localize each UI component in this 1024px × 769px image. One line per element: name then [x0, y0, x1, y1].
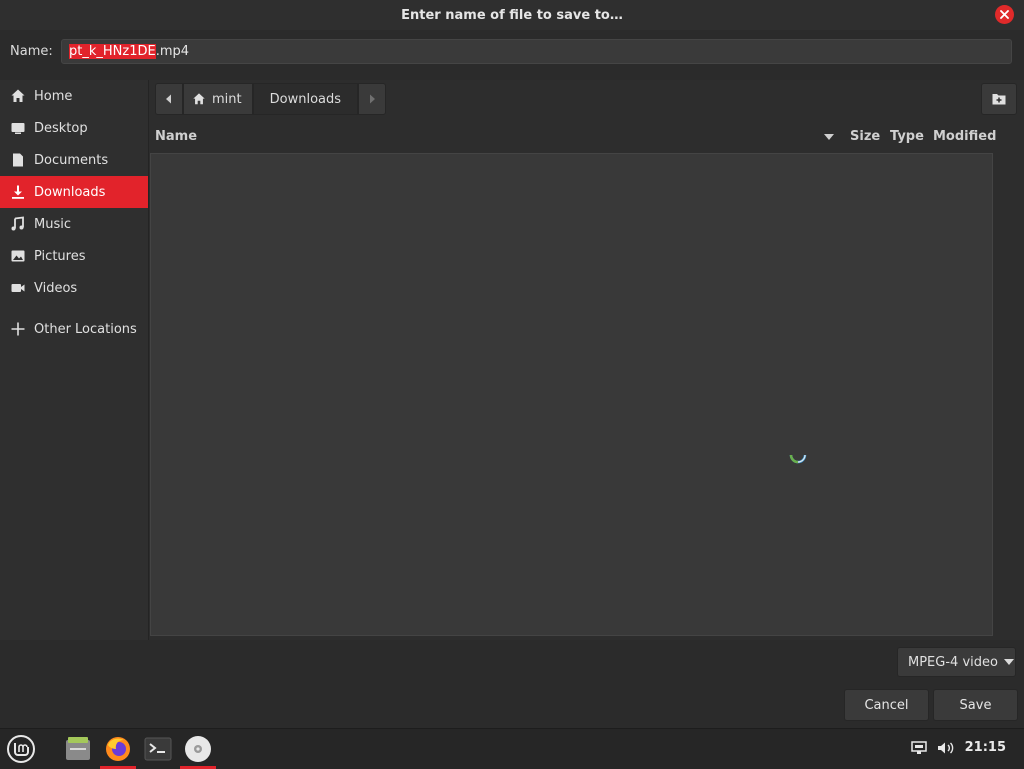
dialog-titlebar: Enter name of file to save to…: [0, 0, 1024, 30]
system-tray: 21:15: [910, 740, 1006, 755]
sidebar-item-label: Desktop: [34, 120, 88, 136]
video-icon: [11, 284, 25, 292]
sidebar-item-home[interactable]: Home: [0, 80, 148, 112]
sidebar-item-downloads[interactable]: Downloads: [0, 176, 148, 208]
volume-icon[interactable]: [937, 741, 955, 755]
filename-input[interactable]: pt_k_HNz1DE .mp4: [61, 39, 1012, 64]
sidebar-separator: [0, 304, 148, 313]
picture-icon: [11, 250, 25, 262]
loading-spinner-icon: [789, 454, 807, 464]
chevron-down-icon: [1003, 659, 1014, 665]
home-icon: [11, 89, 25, 102]
taskbar-firefox[interactable]: [100, 732, 136, 769]
path-forward-button[interactable]: [358, 83, 387, 115]
chevron-right-icon: [370, 94, 376, 104]
sidebar-item-desktop[interactable]: Desktop: [0, 112, 148, 144]
sidebar-item-label: Videos: [34, 280, 78, 296]
dialog-footer: MPEG-4 video Cancel Save: [0, 640, 1024, 728]
path-back-button[interactable]: [155, 83, 183, 115]
path-segment-label: mint: [212, 91, 242, 107]
sidebar-item-label: Downloads: [34, 184, 106, 200]
name-row: Name: pt_k_HNz1DE .mp4: [0, 34, 1024, 70]
home-icon: [193, 93, 205, 105]
sidebar-item-label: Home: [34, 88, 73, 104]
plus-icon: [11, 322, 25, 336]
desktop-icon: [11, 123, 25, 134]
path-segment-downloads[interactable]: Downloads: [252, 83, 359, 115]
path-bar: mint Downloads: [155, 83, 387, 115]
file-browser: mint Downloads Name Size Type Modified: [149, 80, 1024, 640]
close-button[interactable]: [995, 5, 1014, 24]
path-segment-label: Downloads: [269, 91, 342, 107]
filter-selected-label: MPEG-4 video: [908, 654, 998, 670]
dialog-title: Enter name of file to save to…: [401, 7, 623, 23]
disc-icon: [185, 736, 211, 762]
column-modified[interactable]: Modified: [933, 129, 996, 144]
sidebar-item-documents[interactable]: Documents: [0, 144, 148, 176]
files-icon: [66, 737, 90, 760]
filename-extension-text: .mp4: [155, 44, 190, 59]
file-type-filter-select[interactable]: MPEG-4 video: [897, 647, 1016, 677]
download-icon: [12, 185, 24, 199]
taskbar-files[interactable]: [60, 732, 96, 766]
filename-selected-text: pt_k_HNz1DE: [69, 44, 156, 59]
sidebar-item-label: Pictures: [34, 248, 86, 264]
places-sidebar: Home Desktop Documents Downloads Music P…: [0, 80, 149, 640]
network-icon[interactable]: [910, 740, 927, 755]
cancel-button[interactable]: Cancel: [844, 689, 929, 721]
sidebar-item-music[interactable]: Music: [0, 208, 148, 240]
sidebar-item-label: Documents: [34, 152, 109, 168]
sidebar-item-other-locations[interactable]: Other Locations: [0, 313, 148, 345]
sidebar-item-videos[interactable]: Videos: [0, 272, 148, 304]
taskbar-terminal[interactable]: [140, 732, 176, 766]
name-label: Name:: [10, 44, 53, 59]
column-name[interactable]: Name: [155, 129, 197, 144]
sidebar-item-label: Music: [34, 216, 71, 232]
close-icon: [1000, 10, 1009, 19]
mint-menu-icon: [7, 735, 35, 763]
sort-descending-icon[interactable]: [824, 134, 834, 140]
document-icon: [13, 153, 23, 167]
terminal-icon: [144, 737, 172, 761]
music-icon: [11, 216, 24, 231]
column-header: Name Size Type Modified: [149, 125, 999, 149]
sidebar-item-pictures[interactable]: Pictures: [0, 240, 148, 272]
sidebar-item-label: Other Locations: [34, 321, 137, 337]
firefox-icon: [106, 737, 130, 761]
taskbar-media-player[interactable]: [180, 732, 216, 769]
path-segment-home[interactable]: mint: [183, 83, 253, 115]
taskbar: 21:15: [0, 728, 1024, 769]
column-type[interactable]: Type: [890, 129, 924, 144]
file-list[interactable]: [150, 153, 993, 636]
mint-menu-button[interactable]: [3, 732, 39, 766]
new-folder-button[interactable]: [981, 83, 1017, 115]
clock[interactable]: 21:15: [965, 740, 1006, 755]
column-size[interactable]: Size: [850, 129, 880, 144]
new-folder-icon: [992, 94, 1006, 105]
save-button[interactable]: Save: [933, 689, 1018, 721]
chevron-left-icon: [166, 94, 171, 104]
